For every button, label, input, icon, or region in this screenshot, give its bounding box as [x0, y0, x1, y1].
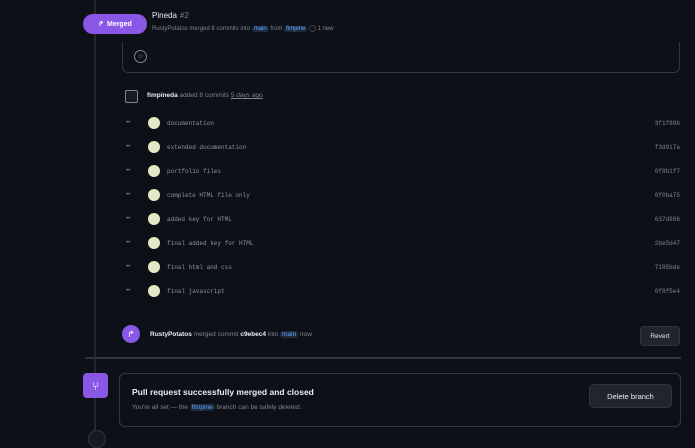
commit-icon: ••	[126, 288, 131, 294]
commit-sha[interactable]: 2be5d47	[655, 240, 680, 247]
pr-number: #2	[179, 11, 189, 20]
commit-message[interactable]: final added key for HTML	[167, 240, 253, 247]
commit-message[interactable]: added key for HTML	[167, 216, 232, 223]
base-branch-label[interactable]: main	[251, 26, 269, 32]
desc-suffix: branch can be safely deleted.	[216, 404, 302, 411]
commit-message[interactable]: final html and css	[167, 264, 232, 271]
commit-sha[interactable]: 0f8f5e4	[655, 288, 680, 295]
commit-row: •• final javascript 0f8f5e4	[126, 285, 686, 299]
timeline-line	[94, 0, 96, 436]
divider	[85, 357, 681, 359]
avatar[interactable]	[148, 261, 160, 273]
commit-icon: ••	[126, 192, 131, 198]
commit-message[interactable]: portfolio files	[167, 168, 221, 175]
revert-button[interactable]: Revert	[640, 326, 680, 346]
branch-label[interactable]: fimpine	[189, 404, 215, 411]
git-merge-icon: ⑂	[83, 373, 108, 398]
commits-icon	[125, 90, 138, 103]
comment-count[interactable]: 1 new	[318, 26, 334, 32]
avatar[interactable]	[148, 189, 160, 201]
commit-sha[interactable]: 3f1f89b	[655, 120, 680, 127]
commit-sha[interactable]: 0f0ba75	[655, 192, 680, 199]
comment-icon: ◯	[309, 26, 316, 32]
commit-icon: ••	[126, 168, 131, 174]
commit-icon: ••	[126, 240, 131, 246]
avatar[interactable]	[148, 285, 160, 297]
pr-title: Pineda	[152, 11, 177, 20]
commit-message[interactable]: documentation	[167, 120, 214, 127]
avatar[interactable]	[148, 213, 160, 225]
merge-icon: ↱	[122, 325, 140, 343]
commit-icon: ••	[126, 264, 131, 270]
commit-icon: ••	[126, 120, 131, 126]
commit-sha[interactable]: 7185bde	[655, 264, 680, 271]
commit-row: •• documentation 3f1f89b	[126, 117, 686, 131]
merge-commit-sha[interactable]: c9ebec4	[240, 331, 266, 338]
commit-row: •• final added key for HTML 2be5d47	[126, 237, 686, 251]
commit-icon: ••	[126, 216, 131, 222]
merged-state-badge: ↱ Merged	[83, 14, 147, 34]
from-text: from	[270, 26, 283, 32]
avatar[interactable]	[148, 141, 160, 153]
merge-target-branch[interactable]: main	[280, 331, 299, 338]
merged-label: Merged	[106, 20, 132, 28]
avatar[interactable]	[148, 165, 160, 177]
head-branch-label[interactable]: fimpine	[284, 26, 308, 32]
pr-merge-summary: RustyPotatos merged 8 commits into main …	[152, 25, 334, 32]
commits-header: fimpineda added 8 commits 5 days ago	[147, 92, 263, 99]
commit-row: •• final html and css 7185bde	[126, 261, 686, 275]
commit-icon: ••	[126, 144, 131, 150]
commits-author[interactable]: fimpineda	[147, 92, 178, 99]
avatar	[88, 430, 106, 448]
commit-message[interactable]: final javascript	[167, 288, 225, 295]
commit-row: •• extended documentation f3d017a	[126, 141, 686, 155]
delete-branch-button[interactable]: Delete branch	[589, 384, 672, 408]
commit-row: •• added key for HTML 637d986	[126, 213, 686, 227]
into-text: into	[267, 331, 279, 338]
merge-event: RustyPotatos merged commit c9ebec4 into …	[150, 331, 312, 338]
comment-box	[122, 42, 680, 73]
commit-row: •• complete HTML file only 0f0ba75	[126, 189, 686, 203]
merged-status-desc: You're all set — the fimpine branch can …	[132, 404, 301, 411]
avatar[interactable]	[148, 237, 160, 249]
commits-text: added 8 commits	[179, 92, 230, 99]
merge-time[interactable]: now	[300, 331, 312, 338]
commit-sha[interactable]: f3d017a	[655, 144, 680, 151]
merge-event-text: merged commit	[193, 331, 239, 338]
commit-message[interactable]: extended documentation	[167, 144, 246, 151]
commit-row: •• portfolio files 0f8b1f7	[126, 165, 686, 179]
commits-time[interactable]: 5 days ago	[231, 92, 263, 99]
desc-prefix: You're all set — the	[132, 404, 188, 411]
merged-status-title: Pull request successfully merged and clo…	[132, 387, 314, 397]
merge-summary-text: merged 8 commits into	[189, 26, 251, 32]
merge-icon: ↱	[98, 21, 104, 28]
add-reaction-icon[interactable]: ☺	[134, 50, 147, 63]
commit-sha[interactable]: 0f8b1f7	[655, 168, 680, 175]
avatar[interactable]	[148, 117, 160, 129]
pr-title-line: Pineda #2	[152, 11, 189, 20]
commit-message[interactable]: complete HTML file only	[167, 192, 250, 199]
pr-author-link[interactable]: RustyPotatos	[152, 26, 188, 32]
commit-sha[interactable]: 637d986	[655, 216, 680, 223]
merge-author[interactable]: RustyPotatos	[150, 331, 192, 338]
